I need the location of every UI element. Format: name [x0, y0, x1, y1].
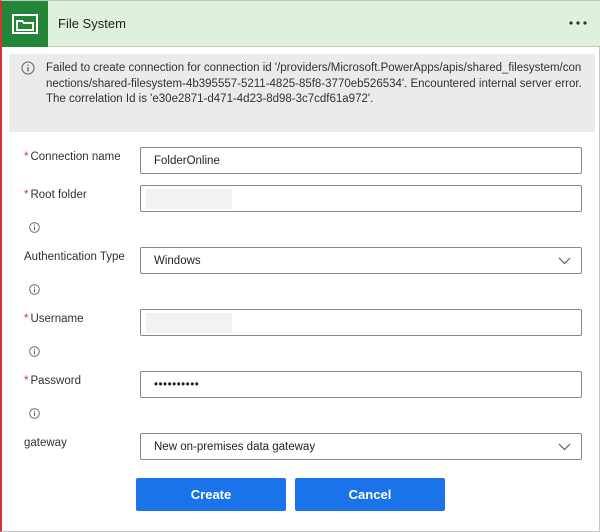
username-label: * Username: [24, 313, 84, 325]
connection-name-label: * Connection name: [24, 151, 121, 163]
required-marker: *: [24, 375, 29, 387]
chevron-down-icon: [558, 443, 571, 450]
username-input[interactable]: [140, 309, 582, 336]
gateway-label: gateway: [24, 437, 67, 449]
root-folder-label-text: Root folder: [30, 189, 87, 201]
username-label-text: Username: [30, 313, 84, 325]
password-value: ••••••••••: [154, 378, 200, 391]
error-message: Failed to create connection for connecti…: [46, 62, 582, 105]
password-label: * Password: [24, 375, 81, 387]
info-icon: [21, 61, 35, 75]
root-folder-label: * Root folder: [24, 189, 87, 201]
password-label-text: Password: [30, 375, 81, 387]
info-icon[interactable]: [29, 284, 40, 295]
gateway-value: New on-premises data gateway: [154, 440, 316, 453]
required-marker: *: [24, 151, 29, 163]
auth-type-select[interactable]: Windows: [140, 247, 582, 274]
required-marker: *: [24, 189, 29, 201]
auth-type-value: Windows: [154, 254, 201, 267]
connection-name-label-text: Connection name: [30, 151, 121, 163]
card-title: File System: [58, 16, 126, 31]
password-input[interactable]: ••••••••••: [140, 371, 582, 398]
auth-type-label: Authentication Type: [24, 251, 125, 263]
connection-card: File System Failed to create connection …: [0, 0, 600, 532]
redacted-value: [146, 188, 232, 209]
required-marker: *: [24, 313, 29, 325]
card-header: File System: [2, 1, 600, 47]
error-banner: Failed to create connection for connecti…: [9, 54, 595, 132]
root-folder-input[interactable]: [140, 185, 582, 212]
gateway-select[interactable]: New on-premises data gateway: [140, 433, 582, 460]
connection-name-input[interactable]: FolderOnline: [140, 147, 582, 174]
info-icon[interactable]: [29, 222, 40, 233]
connection-name-value: FolderOnline: [154, 154, 220, 167]
info-icon[interactable]: [29, 408, 40, 419]
info-icon[interactable]: [29, 346, 40, 357]
cancel-button[interactable]: Cancel: [295, 478, 445, 511]
folder-icon: [2, 1, 48, 47]
create-button[interactable]: Create: [136, 478, 286, 511]
more-options-icon[interactable]: [566, 11, 590, 35]
chevron-down-icon: [558, 257, 571, 264]
redacted-value: [146, 312, 232, 333]
